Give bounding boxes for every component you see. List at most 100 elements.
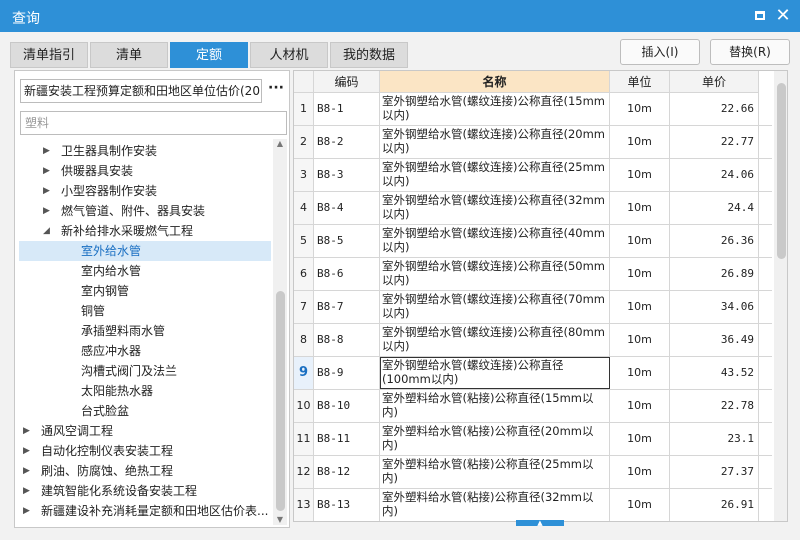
row-index: 13 [294, 489, 314, 521]
tree-node[interactable]: ▶ 燃气管道、附件、器具安装 [19, 201, 271, 221]
unit-cell: 10m [610, 192, 670, 224]
tree-scrollbar[interactable]: ▲ ▼ [273, 139, 287, 525]
tab-list-guide[interactable]: 清单指引 [10, 42, 88, 68]
tree-node[interactable]: ▶ 自动化控制仪表安装工程 [19, 441, 271, 461]
tree-node[interactable]: 台式脸盆 [19, 401, 271, 421]
collapsed-arrow-icon[interactable]: ▶ [23, 481, 35, 501]
tab-my-data[interactable]: 我的数据 [330, 42, 408, 68]
collapsed-arrow-icon[interactable]: ▶ [23, 461, 35, 481]
name-cell: 室外塑料给水管(粘接)公称直径(20mm以内) [380, 423, 610, 455]
tree-node[interactable]: 承插塑料雨水管 [19, 321, 271, 341]
header-unit[interactable]: 单位 [610, 71, 670, 93]
code-cell: B8-9 [314, 357, 380, 389]
code-cell: B8-13 [314, 489, 380, 521]
replace-button[interactable]: 替换(R) [710, 39, 790, 65]
quota-library-panel: 新疆安装工程预算定额和田地区单位估价(20 ··· ▶ 卫生器具制作安装 ▶ 供暖器具… [14, 70, 290, 528]
tree-node-label: 沟槽式阀门及法兰 [81, 364, 178, 378]
row-index: 8 [294, 324, 314, 356]
collapsed-arrow-icon[interactable]: ▶ [23, 441, 35, 461]
tree-node[interactable]: 沟槽式阀门及法兰 [19, 361, 271, 381]
scroll-down-icon[interactable]: ▼ [275, 515, 285, 524]
expanded-arrow-icon[interactable]: ◢ [43, 221, 55, 241]
table-row[interactable]: 1 B8-1 室外钢塑给水管(螺纹连接)公称直径(15mm以内) 10m 22.66 [294, 93, 772, 126]
tree-node-label: 卫生器具制作安装 [61, 144, 158, 158]
table-row[interactable]: 2 B8-2 室外钢塑给水管(螺纹连接)公称直径(20mm以内) 10m 22.77 [294, 126, 772, 159]
tree-node[interactable]: ▶ 刷油、防腐蚀、绝热工程 [19, 461, 271, 481]
price-cell: 36.49 [670, 324, 759, 356]
tree-node-label: 小型容器制作安装 [61, 184, 158, 198]
header-price[interactable]: 单价 [670, 71, 759, 93]
table-scrollbar[interactable] [774, 71, 787, 521]
tab-bill[interactable]: 清单 [90, 42, 168, 68]
scroll-up-icon[interactable]: ▲ [275, 139, 285, 148]
table-row[interactable]: 11 B8-11 室外塑料给水管(粘接)公称直径(20mm以内) 10m 23.1 [294, 423, 772, 456]
table-row[interactable]: 6 B8-6 室外钢塑给水管(螺纹连接)公称直径(50mm以内) 10m 26.89 [294, 258, 772, 291]
table-row[interactable]: 13 B8-13 室外塑料给水管(粘接)公称直径(32mm以内) 10m 26.91 [294, 489, 772, 521]
tree-node[interactable]: ▶ 建筑智能化系统设备安装工程 [19, 481, 271, 501]
splitter-handle[interactable]: ▲ [516, 520, 564, 527]
tree-node[interactable]: ▶ 新疆建设补充消耗量定额和田地区估价表... [19, 501, 271, 521]
price-cell: 27.37 [670, 456, 759, 488]
header-name[interactable]: 名称 [380, 71, 610, 93]
unit-cell: 10m [610, 456, 670, 488]
collapsed-arrow-icon[interactable]: ▶ [23, 501, 35, 521]
row-index: 4 [294, 192, 314, 224]
price-cell: 22.66 [670, 93, 759, 125]
price-cell: 22.77 [670, 126, 759, 158]
table-scroll-thumb[interactable] [777, 83, 786, 259]
name-cell: 室外钢塑给水管(螺纹连接)公称直径(15mm以内) [380, 93, 610, 125]
row-index: 12 [294, 456, 314, 488]
header-code[interactable]: 编码 [314, 71, 380, 93]
more-options-button[interactable]: ··· [265, 79, 287, 103]
code-cell: B8-8 [314, 324, 380, 356]
tree-node[interactable]: 室内钢管 [19, 281, 271, 301]
tree-node[interactable]: ◢ 新补给排水采暖燃气工程 [19, 221, 271, 241]
table-row[interactable]: 12 B8-12 室外塑料给水管(粘接)公称直径(25mm以内) 10m 27.37 [294, 456, 772, 489]
quota-table: 编码 名称 单位 单价 1 B8-1 室外钢塑给水管(螺纹连接)公称直径(15mm以… [293, 70, 788, 522]
maximize-icon[interactable] [750, 6, 770, 26]
table-row[interactable]: 3 B8-3 室外钢塑给水管(螺纹连接)公称直径(25mm以内) 10m 24.06 [294, 159, 772, 192]
close-icon[interactable]: ✕ [773, 6, 793, 26]
collapsed-arrow-icon[interactable]: ▶ [43, 141, 55, 161]
collapsed-arrow-icon[interactable]: ▶ [43, 201, 55, 221]
tree-node[interactable]: ▶ 通风空调工程 [19, 421, 271, 441]
search-input[interactable] [20, 111, 287, 135]
tree-node[interactable]: 室内给水管 [19, 261, 271, 281]
code-cell: B8-6 [314, 258, 380, 290]
row-index: 3 [294, 159, 314, 191]
table-row[interactable]: 7 B8-7 室外钢塑给水管(螺纹连接)公称直径(70mm以内) 10m 34.06 [294, 291, 772, 324]
tree-node[interactable]: 感应冲水器 [19, 341, 271, 361]
tree-node-label: 新补给排水采暖燃气工程 [61, 224, 194, 238]
name-cell: 室外钢塑给水管(螺纹连接)公称直径(70mm以内) [380, 291, 610, 323]
unit-cell: 10m [610, 93, 670, 125]
code-cell: B8-5 [314, 225, 380, 257]
code-cell: B8-11 [314, 423, 380, 455]
tree-node[interactable]: 室外给水管 [19, 241, 271, 261]
price-cell: 26.91 [670, 489, 759, 521]
tree-node-label: 供暖器具安装 [61, 164, 134, 178]
tree-node[interactable]: ▶ 供暖器具安装 [19, 161, 271, 181]
tree-node[interactable]: ▶ 卫生器具制作安装 [19, 141, 271, 161]
name-cell: 室外钢塑给水管(螺纹连接)公称直径(20mm以内) [380, 126, 610, 158]
window-title: 查询 [12, 11, 40, 27]
tree-node[interactable]: 铜管 [19, 301, 271, 321]
insert-button[interactable]: 插入(I) [620, 39, 700, 65]
table-row[interactable]: 4 B8-4 室外钢塑给水管(螺纹连接)公称直径(32mm以内) 10m 24.4 [294, 192, 772, 225]
table-row[interactable]: 5 B8-5 室外钢塑给水管(螺纹连接)公称直径(40mm以内) 10m 26.36 [294, 225, 772, 258]
collapsed-arrow-icon[interactable]: ▶ [43, 181, 55, 201]
table-row[interactable]: 9 B8-9 室外钢塑给水管(螺纹连接)公称直径(100mm以内) 10m 43.52 [294, 357, 772, 390]
library-selector[interactable]: 新疆安装工程预算定额和田地区单位估价(20 [20, 79, 262, 103]
tab-labor-material-machine[interactable]: 人材机 [250, 42, 328, 68]
table-row[interactable]: 10 B8-10 室外塑料给水管(粘接)公称直径(15mm以内) 10m 22.78 [294, 390, 772, 423]
tree-node[interactable]: ▶ 小型容器制作安装 [19, 181, 271, 201]
tree-scroll-thumb[interactable] [276, 291, 285, 511]
collapsed-arrow-icon[interactable]: ▶ [43, 161, 55, 181]
tree-node[interactable]: 太阳能热水器 [19, 381, 271, 401]
table-row[interactable]: 8 B8-8 室外钢塑给水管(螺纹连接)公称直径(80mm以内) 10m 36.49 [294, 324, 772, 357]
code-cell: B8-12 [314, 456, 380, 488]
price-cell: 34.06 [670, 291, 759, 323]
tab-quota[interactable]: 定额 [170, 42, 248, 68]
unit-cell: 10m [610, 357, 670, 389]
collapsed-arrow-icon[interactable]: ▶ [23, 421, 35, 441]
header-index [294, 71, 314, 93]
